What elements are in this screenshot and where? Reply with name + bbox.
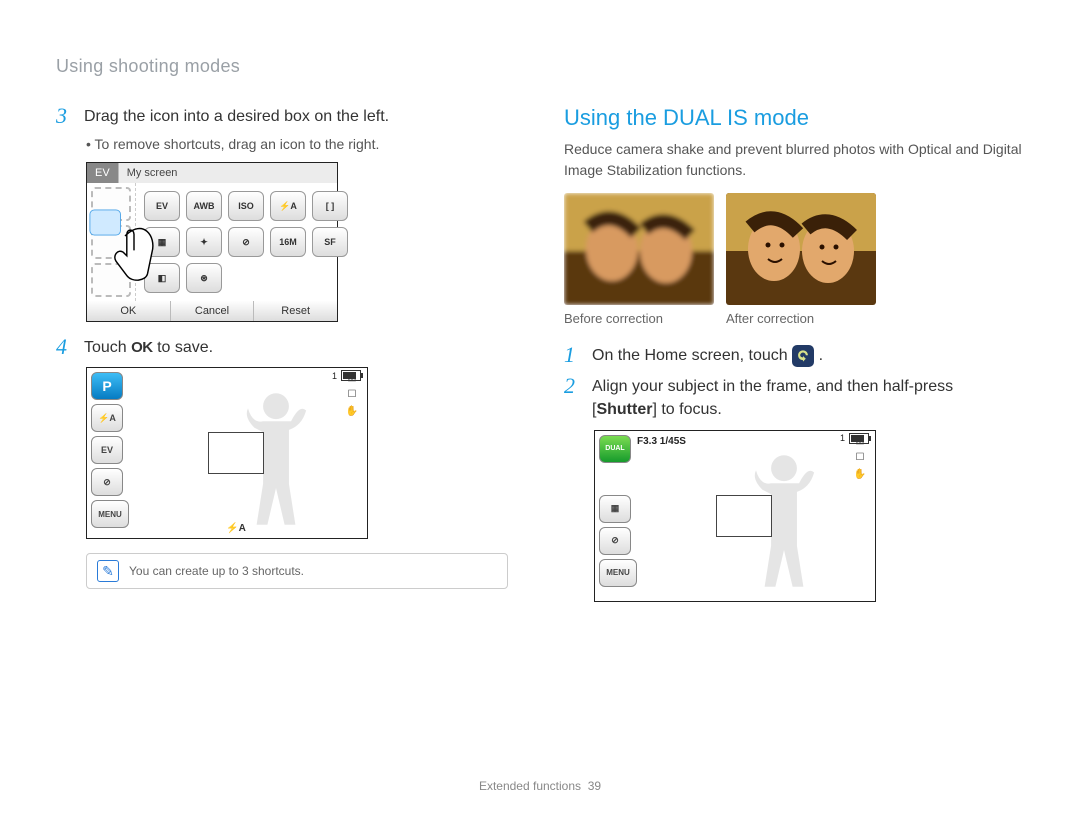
step-3: 3 Drag the icon into a desired box on th…: [56, 105, 516, 128]
after-caption: After correction: [726, 311, 876, 326]
step-4-text-pre: Touch: [84, 339, 131, 356]
icon-grid: EV AWB ISO ⚡A [ ] ▦ ✦ ⊘ 16M SF ◧ ⊛: [136, 183, 356, 301]
flash-auto-icon[interactable]: ⚡A: [91, 404, 123, 432]
step-1-number: 1: [564, 344, 582, 366]
step-3-number: 3: [56, 105, 74, 127]
metering-icon[interactable]: ▦: [599, 495, 631, 523]
menu-button[interactable]: MENU: [599, 559, 637, 587]
shortcut-slot[interactable]: [91, 187, 131, 221]
live-view: [643, 431, 845, 601]
running-header: Using shooting modes: [56, 56, 1024, 77]
focus-rectangle: [208, 432, 264, 474]
shortcut-slot[interactable]: [91, 225, 131, 259]
ok-glyph: OK: [131, 339, 153, 356]
timer-off-icon[interactable]: ⊘: [91, 468, 123, 496]
setting-icon[interactable]: ▦: [144, 227, 180, 257]
before-caption: Before correction: [564, 311, 714, 326]
dual-is-icon: [792, 345, 814, 367]
left-column: 3 Drag the icon into a desired box on th…: [56, 105, 516, 616]
cancel-button[interactable]: Cancel: [171, 301, 255, 321]
note-text: You can create up to 3 shortcuts.: [129, 564, 304, 578]
step-3-text: Drag the icon into a desired box on the …: [84, 105, 389, 128]
step-2: 2 Align your subject in the frame, and t…: [564, 375, 1024, 421]
frame-icon: ☐: [856, 452, 865, 463]
shortcut-slots: [87, 183, 136, 301]
step-1: 1 On the Home screen, touch .: [564, 344, 1024, 367]
setting-icon[interactable]: [ ]: [312, 191, 348, 221]
step-1-text-pre: On the Home screen, touch: [592, 347, 792, 364]
reset-button[interactable]: Reset: [254, 301, 337, 321]
setting-icon[interactable]: ⊛: [186, 263, 222, 293]
menu-button[interactable]: MENU: [91, 500, 129, 528]
battery-icon: [341, 370, 361, 381]
shots-remaining: 1: [332, 371, 337, 381]
step-2-line1: Align your subject in the frame, and the…: [592, 378, 953, 395]
section-intro: Reduce camera shake and prevent blurred …: [564, 139, 1024, 181]
footer-section: Extended functions: [479, 779, 581, 793]
step-4-text-post: to save.: [157, 339, 213, 356]
step-2-bracket-close: ] to focus.: [652, 401, 721, 418]
ok-button[interactable]: OK: [87, 301, 171, 321]
shooting-preview: P ⚡A EV ⊘ MENU ⚡A ▥: [86, 367, 368, 539]
shots-remaining: 1: [840, 433, 845, 443]
setting-icon[interactable]: ◧: [144, 263, 180, 293]
step-3-substep: To remove shortcuts, drag an icon to the…: [86, 136, 516, 152]
dual-is-preview: DUAL ▦ ⊘ MENU ▥ ☐: [594, 430, 876, 602]
battery-icon: [849, 433, 869, 444]
after-photo: [726, 193, 876, 305]
flash-indicator: ⚡A: [226, 523, 246, 534]
setting-icon[interactable]: ⚡A: [270, 191, 306, 221]
section-title: Using the DUAL IS mode: [564, 105, 1024, 131]
mode-p-icon[interactable]: P: [91, 372, 123, 400]
setting-icon[interactable]: ⊘: [228, 227, 264, 257]
step-2-number: 2: [564, 375, 582, 397]
focus-rectangle: [716, 495, 772, 537]
tab-ev: EV: [87, 163, 119, 183]
setting-icon[interactable]: AWB: [186, 191, 222, 221]
footer-page: 39: [588, 779, 601, 793]
step-4-number: 4: [56, 336, 74, 358]
setting-icon[interactable]: SF: [312, 227, 348, 257]
before-photo: [564, 193, 714, 305]
setting-icon[interactable]: EV: [144, 191, 180, 221]
my-screen-editor: EV My screen EV AWB ISO ⚡A [ ]: [86, 162, 338, 322]
shortcut-slot[interactable]: [91, 263, 131, 297]
step-4: 4 Touch OK to save.: [56, 336, 516, 359]
note-box: ✎ You can create up to 3 shortcuts.: [86, 553, 508, 589]
ev-icon[interactable]: EV: [91, 436, 123, 464]
setting-icon[interactable]: ISO: [228, 191, 264, 221]
ois-icon: ✋: [854, 469, 866, 480]
setting-icon[interactable]: 16M: [270, 227, 306, 257]
live-view: ⚡A: [135, 368, 337, 538]
ois-icon: ✋: [346, 406, 358, 417]
setting-icon[interactable]: ✦: [186, 227, 222, 257]
exposure-readout: F3.3 1/45S: [637, 436, 686, 447]
shutter-key: Shutter: [596, 401, 652, 418]
dual-is-mode-icon[interactable]: DUAL: [599, 435, 631, 463]
right-column: Using the DUAL IS mode Reduce camera sha…: [564, 105, 1024, 616]
note-icon: ✎: [97, 560, 119, 582]
timer-off-icon[interactable]: ⊘: [599, 527, 631, 555]
step-1-text-post: .: [819, 347, 823, 364]
tab-my-screen: My screen: [119, 163, 337, 183]
frame-icon: ☐: [348, 389, 357, 400]
